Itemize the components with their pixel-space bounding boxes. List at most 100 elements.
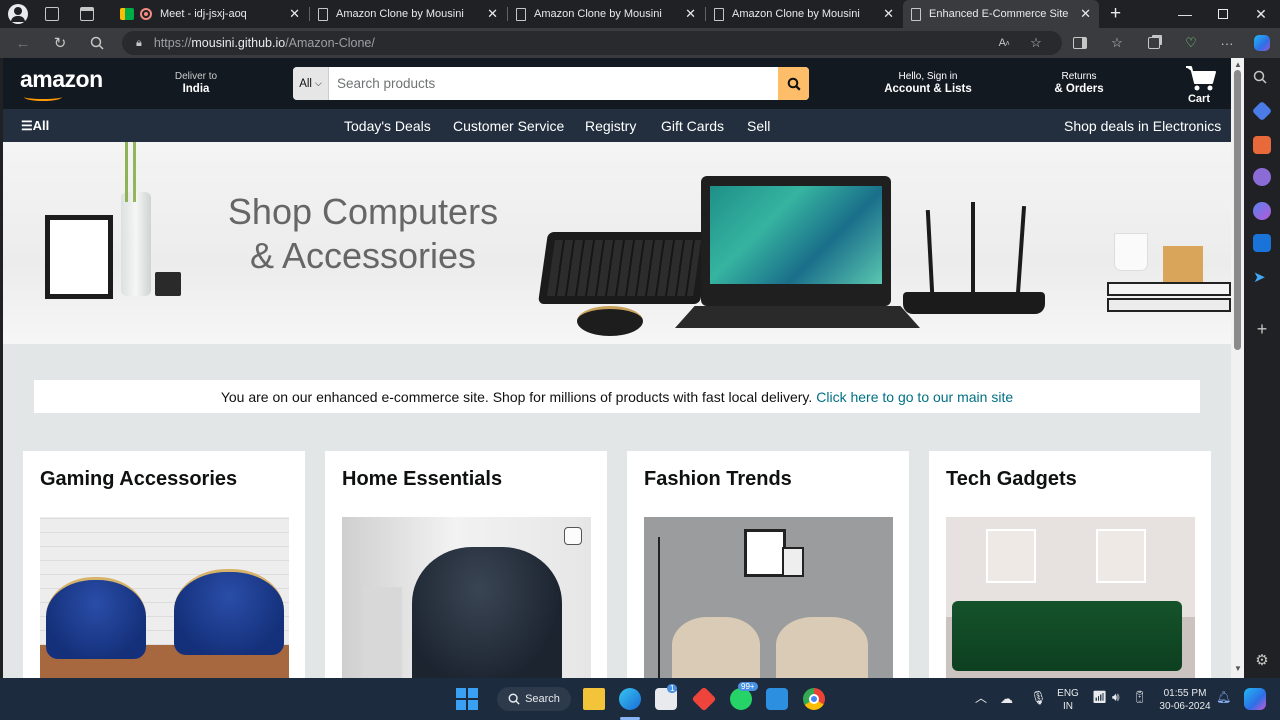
settings-more-icon[interactable]: ··· [1215,31,1239,55]
back-icon[interactable]: ← [10,31,36,55]
all-menu-button[interactable]: ☰All [21,118,49,134]
card-title: Tech Gadgets [946,468,1077,490]
cart-button[interactable]: Cart [1183,64,1219,106]
gaming-stools-image[interactable] [40,517,289,678]
hero-banner[interactable]: Shop Computers & Accessories [3,142,1231,344]
category-card-home[interactable]: Home Essentials [325,451,607,678]
tab-close-icon[interactable]: ✕ [883,6,894,22]
copilot-taskbar-icon[interactable] [1244,688,1266,710]
minimize-button[interactable]: — [1166,0,1204,28]
visual-search-icon[interactable] [564,527,582,545]
taskbar-search[interactable]: Search [497,687,571,711]
search-button[interactable] [778,67,809,100]
read-aloud-icon[interactable]: Aʌ [992,31,1016,55]
collections-icon[interactable] [1142,31,1166,55]
mug-image [1115,234,1147,270]
send-icon[interactable]: ➤ [1253,268,1271,286]
volume-icon[interactable]: 🔊︎ [1112,691,1120,704]
edge-browser-icon[interactable] [619,688,641,710]
file-explorer-icon[interactable] [583,688,605,710]
shopping-tag-icon[interactable] [1251,100,1273,122]
store-badge: 1 [667,684,678,693]
nav-link-sell[interactable]: Sell [747,118,770,134]
tab-amazon-clone-3[interactable]: Amazon Clone by Mousini ✕ [706,0,902,28]
tab-amazon-clone-1[interactable]: Amazon Clone by Mousini ✕ [310,0,506,28]
category-card-fashion[interactable]: Fashion Trends [627,451,909,678]
tab-amazon-clone-2[interactable]: Amazon Clone by Mousini ✕ [508,0,704,28]
battery-icon[interactable]: 🔋︎ [1132,691,1147,704]
tab-actions-icon[interactable] [80,7,94,21]
nav-link-registry[interactable]: Registry [585,118,636,134]
logo-smile-icon [24,93,62,101]
sidebar-settings-icon[interactable]: ⚙ [1253,652,1271,670]
favorites-icon[interactable]: ☆ [1105,31,1129,55]
vscode-icon[interactable] [766,688,788,710]
tab-close-icon[interactable]: ✕ [685,6,696,22]
category-card-tech[interactable]: Tech Gadgets [929,451,1211,678]
search-icon[interactable] [1253,70,1271,88]
nav-link-gift-cards[interactable]: Gift Cards [661,118,724,134]
armchair-image[interactable] [342,517,591,678]
amazon-nav-bar: ☰All Today's Deals Customer Service Regi… [3,109,1231,142]
tab-meet[interactable]: Meet - idj-jsxj-aoq ✕ [112,0,308,28]
search-icon [508,693,520,705]
outlook-icon[interactable] [1253,234,1271,252]
page-scrollbar[interactable]: ▲ ▼ [1231,58,1244,678]
onedrive-icon[interactable]: ☁ [1000,692,1013,705]
close-window-button[interactable]: ✕ [1242,0,1280,28]
nav-promo-electronics[interactable]: Shop deals in Electronics [1064,118,1221,134]
address-bar[interactable]: 🔒︎ https://mousini.github.io/Amazon-Clon… [122,31,1062,55]
main-site-link[interactable]: Click here to go to our main site [816,389,1013,405]
microsoft-store-icon[interactable]: 1 [655,684,678,710]
nav-link-customer-service[interactable]: Customer Service [453,118,564,134]
search-input[interactable] [329,67,778,100]
favorite-star-icon[interactable]: ☆ [1024,31,1048,55]
copilot-sidebar-icon[interactable] [1253,202,1271,220]
microphone-icon[interactable]: 🎙︎ [1030,691,1047,704]
sofa-image[interactable] [946,517,1195,678]
returns-orders[interactable]: Returns & Orders [1051,71,1107,95]
account-lists[interactable]: Hello, Sign in Account & Lists [883,71,973,95]
games-icon[interactable] [1253,168,1271,186]
chrome-icon[interactable] [803,688,825,710]
notifications-bell-icon[interactable]: 🔔︎ [1216,691,1231,704]
browser-essentials-icon[interactable]: ♡ [1179,31,1203,55]
scroll-up-icon[interactable]: ▲ [1234,60,1242,69]
amazon-logo[interactable]: amazon [20,66,103,101]
scroll-down-icon[interactable]: ▼ [1234,664,1242,673]
deliver-to[interactable]: Deliver to India [171,71,221,95]
refresh-icon[interactable]: ↻ [47,31,73,55]
tab-title: Amazon Clone by Mousini [534,8,662,20]
page-viewport: amazon Deliver to India All ⌵ Hello, Sig… [3,58,1231,678]
clock-date: 30-06-2024 [1159,701,1211,712]
tab-close-icon[interactable]: ✕ [1080,6,1091,22]
wifi-icon[interactable]: 📶︎ [1092,691,1107,704]
anydesk-icon[interactable] [691,686,717,712]
new-tab-icon[interactable]: + [1110,3,1121,25]
nav-link-todays-deals[interactable]: Today's Deals [344,118,431,134]
windows-start-icon[interactable] [456,688,478,710]
lounge-chairs-image[interactable] [644,517,893,678]
edge-sidebar: ➤ + ⚙ [1244,58,1280,678]
show-hidden-icons[interactable]: ︿ [975,692,987,705]
returns-label: Returns [1061,71,1097,82]
workspaces-icon[interactable] [45,7,59,21]
clock[interactable]: 01:55 PM 30-06-2024 [1154,687,1216,713]
language-indicator[interactable]: ENG IN [1055,687,1081,713]
search-icon[interactable] [84,31,110,55]
tab-enhanced-ecommerce[interactable]: Enhanced E-Commerce Site ✕ [903,0,1099,28]
tab-close-icon[interactable]: ✕ [487,6,498,22]
scrollbar-thumb[interactable] [1234,70,1241,350]
maximize-button[interactable] [1204,0,1242,28]
category-card-gaming[interactable]: Gaming Accessories [23,451,305,678]
split-screen-icon[interactable] [1068,31,1092,55]
copilot-icon[interactable] [1250,31,1274,55]
tab-close-icon[interactable]: ✕ [289,6,300,22]
add-sidebar-icon[interactable]: + [1253,320,1271,338]
search-category-select[interactable]: All ⌵ [293,67,329,100]
cart-label: Cart [1187,93,1210,105]
tools-icon[interactable] [1253,136,1271,154]
logo-text: amazon [20,66,103,92]
profile-icon[interactable] [8,4,28,24]
whatsapp-icon[interactable]: 99+ [730,682,758,710]
